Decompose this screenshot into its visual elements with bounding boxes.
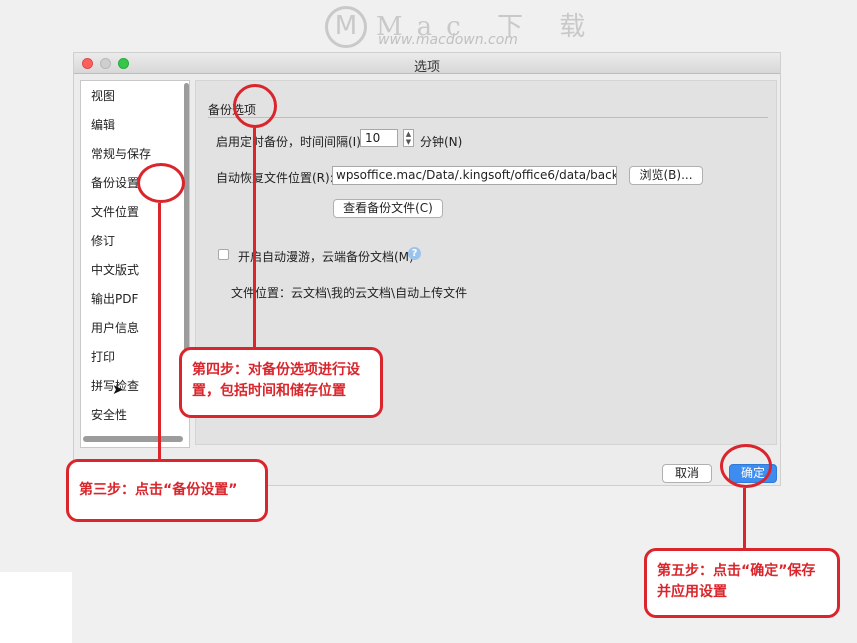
step4-callout: 第四步：对备份选项进行设置，包括时间和储存位置 <box>179 347 383 418</box>
step5-highlight-circle <box>720 444 772 488</box>
browse-button[interactable]: 浏览(B)... <box>629 166 703 185</box>
sidebar-item-revision[interactable]: 修订 <box>91 229 115 253</box>
sidebar-item-file-location[interactable]: 文件位置 <box>91 200 139 224</box>
stepper-up-icon[interactable]: ▲ <box>406 130 411 138</box>
auto-roaming-checkbox[interactable] <box>218 249 229 260</box>
sidebar-item-security[interactable]: 安全性 <box>91 403 127 427</box>
step5-connector-line <box>743 488 746 548</box>
view-backup-files-button[interactable]: 查看备份文件(C) <box>333 199 443 218</box>
sidebar-item-backup[interactable]: 备份设置 <box>91 171 139 195</box>
auto-roaming-label[interactable]: 开启自动漫游，云端备份文档(M) <box>238 248 414 265</box>
interval-unit-label: 分钟(N) <box>420 135 463 149</box>
step3-connector-line <box>158 203 161 459</box>
autorecover-path-input[interactable]: wpsoffice.mac/Data/.kingsoft/office6/dat… <box>332 166 617 185</box>
sidebar-item-user-info[interactable]: 用户信息 <box>91 316 139 340</box>
title-bar: 选项 <box>74 53 780 75</box>
sidebar-item-export-pdf[interactable]: 输出PDF <box>91 287 138 311</box>
step3-highlight-circle <box>137 163 185 203</box>
mouse-pointer-icon: ➤ <box>112 382 124 398</box>
watermark-logo: M <box>325 6 367 48</box>
stepper-down-icon[interactable]: ▼ <box>406 138 411 146</box>
backup-interval-label: 启用定时备份，时间间隔(I): <box>216 135 365 149</box>
step4-highlight-circle <box>233 84 277 128</box>
section-divider <box>208 117 768 118</box>
options-sidebar: 视图 编辑 常规与保存 备份设置 文件位置 修订 中文版式 输出PDF 用户信息… <box>80 80 190 448</box>
watermark-url: www.macdown.com <box>378 32 518 48</box>
options-window: 选项 视图 编辑 常规与保存 备份设置 文件位置 修订 中文版式 输出PDF 用… <box>73 52 781 486</box>
sidebar-horizontal-scrollbar[interactable] <box>83 436 183 442</box>
backup-interval-input[interactable]: 10 <box>360 129 398 147</box>
window-title: 选项 <box>413 60 440 75</box>
question-circle-icon[interactable]: ? <box>408 247 421 260</box>
sidebar-item-edit[interactable]: 编辑 <box>91 113 115 137</box>
blank-area <box>0 572 72 643</box>
sidebar-item-print[interactable]: 打印 <box>91 345 115 369</box>
sidebar-item-view[interactable]: 视图 <box>91 84 115 108</box>
step4-connector-line <box>253 128 256 347</box>
sidebar-item-general-save[interactable]: 常规与保存 <box>91 142 151 166</box>
sidebar-item-chinese-layout[interactable]: 中文版式 <box>91 258 139 282</box>
step5-callout: 第五步：点击“确定”保存并应用设置 <box>644 548 840 618</box>
cloud-file-location-text: 文件位置：云文档\我的云文档\自动上传文件 <box>231 286 468 300</box>
autorecover-path-label: 自动恢复文件位置(R): <box>216 171 334 185</box>
cancel-button[interactable]: 取消 <box>662 464 712 483</box>
step3-callout: 第三步：点击“备份设置” <box>66 459 268 522</box>
interval-stepper[interactable]: ▲ ▼ <box>403 129 414 147</box>
